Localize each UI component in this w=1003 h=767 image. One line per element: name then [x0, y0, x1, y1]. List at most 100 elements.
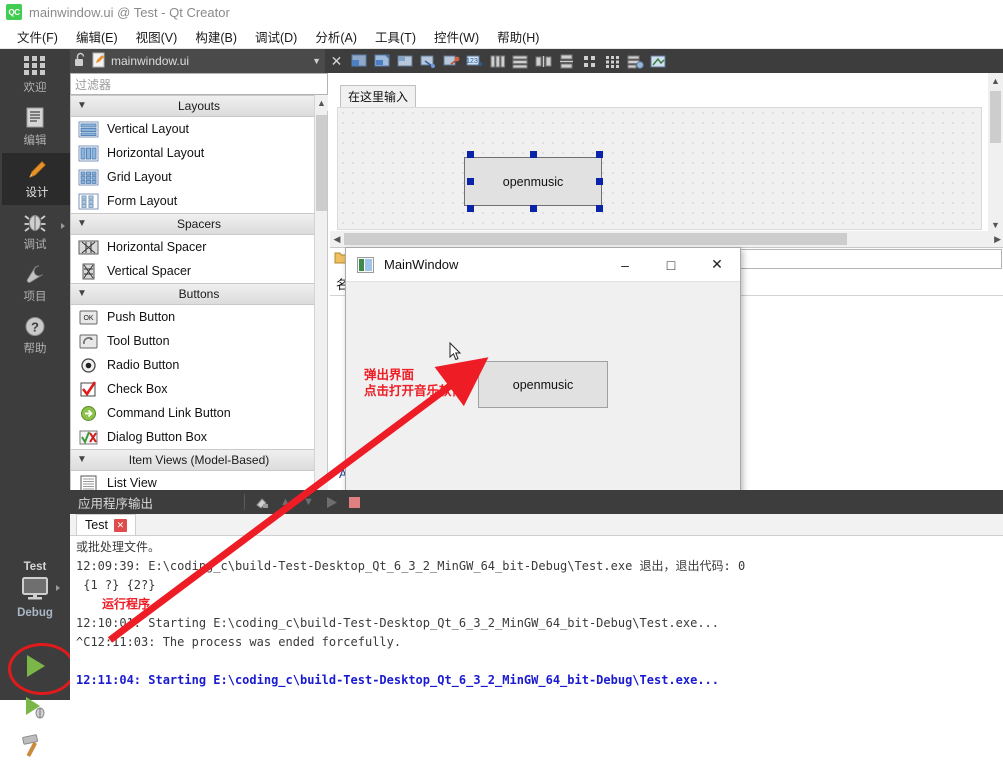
- design-openmusic-button[interactable]: openmusic: [464, 157, 602, 206]
- menubar-type-here-placeholder[interactable]: 在这里输入: [340, 85, 417, 108]
- run-output-icon[interactable]: [321, 492, 342, 512]
- minimize-button[interactable]: –: [602, 248, 648, 281]
- scroll-right-icon[interactable]: ▶: [994, 234, 1001, 245]
- widget-item-form-layout[interactable]: Form Layout: [71, 189, 327, 213]
- widget-item-vertical-layout[interactable]: Vertical Layout: [71, 117, 327, 141]
- scroll-up-icon[interactable]: ▲: [988, 73, 1003, 89]
- widget-item-radio-button[interactable]: Radio Button: [71, 353, 327, 377]
- menu-debug[interactable]: 调试(D): [246, 24, 306, 49]
- run-button[interactable]: [0, 647, 70, 687]
- menu-view[interactable]: 视图(V): [127, 24, 187, 49]
- widget-item-horizontal-layout[interactable]: Horizontal Layout: [71, 141, 327, 165]
- widget-box-filter-input[interactable]: 过滤器: [70, 73, 328, 95]
- menu-build[interactable]: 构建(B): [186, 24, 246, 49]
- close-document-icon[interactable]: ✕: [326, 51, 347, 71]
- layout-form-icon[interactable]: [579, 51, 600, 71]
- split-icon[interactable]: [349, 51, 370, 71]
- svg-text:?: ?: [31, 319, 39, 334]
- widget-item-list-view[interactable]: List View: [71, 471, 327, 490]
- scroll-down-icon[interactable]: ▼: [315, 474, 328, 490]
- widget-group-spacers[interactable]: ▼ Spacers: [71, 213, 327, 235]
- edit-tab-order-icon[interactable]: 123: [464, 51, 485, 71]
- layout-h-splitter-icon[interactable]: [533, 51, 554, 71]
- run-icon: [20, 651, 50, 684]
- document-name: mainwindow.ui: [111, 54, 190, 68]
- chevron-down-icon: ▼: [77, 288, 87, 299]
- layout-grid-icon[interactable]: [602, 51, 623, 71]
- selection-handle-bl[interactable]: [467, 205, 474, 212]
- selection-handle-tm[interactable]: [530, 151, 537, 158]
- sidebar-item-design[interactable]: 设计: [0, 153, 72, 205]
- sidebar-item-projects[interactable]: 项目: [0, 257, 70, 309]
- close-icon[interactable]: ✕: [113, 518, 127, 532]
- widget-group-layouts[interactable]: ▼ Layouts: [71, 95, 327, 117]
- start-debugging-button[interactable]: [0, 689, 70, 729]
- horizontal-spacer-icon: [77, 238, 99, 256]
- menu-widgets[interactable]: 控件(W): [425, 24, 488, 49]
- form-surface[interactable]: [337, 107, 982, 230]
- selection-handle-bm[interactable]: [530, 205, 537, 212]
- layout-vertically-icon[interactable]: [510, 51, 531, 71]
- menu-analyze[interactable]: 分析(A): [306, 24, 366, 49]
- prev-item-icon[interactable]: ▲: [275, 492, 296, 512]
- sidebar-item-debug[interactable]: 调试: [0, 205, 70, 257]
- close-button[interactable]: ✕: [694, 248, 740, 281]
- stop-icon[interactable]: [344, 492, 365, 512]
- adjust-size-icon[interactable]: [648, 51, 669, 71]
- open-document-selector[interactable]: mainwindow.ui ▼: [70, 49, 325, 73]
- selection-handle-br[interactable]: [596, 205, 603, 212]
- break-layout-icon[interactable]: [625, 51, 646, 71]
- popup-title-bar[interactable]: MainWindow – □ ✕: [346, 248, 740, 282]
- sidebar-label-help: 帮助: [23, 342, 47, 355]
- widget-item-grid-layout[interactable]: Grid Layout: [71, 165, 327, 189]
- layout-horizontally-icon[interactable]: [487, 51, 508, 71]
- build-button[interactable]: [0, 727, 70, 767]
- scroll-left-icon[interactable]: ◀: [330, 234, 344, 245]
- selection-handle-ml[interactable]: [467, 178, 474, 185]
- clear-icon[interactable]: [252, 492, 273, 512]
- output-pane-title[interactable]: 应用程序输出: [70, 493, 238, 512]
- selection-handle-tr[interactable]: [596, 151, 603, 158]
- widget-item-vertical-spacer[interactable]: Vertical Spacer: [71, 259, 327, 283]
- widget-item-tool-button[interactable]: Tool Button: [71, 329, 327, 353]
- widget-item-horizontal-spacer[interactable]: Horizontal Spacer: [71, 235, 327, 259]
- sidebar-item-edit[interactable]: 编辑: [0, 101, 70, 153]
- widget-group-buttons[interactable]: ▼ Buttons: [71, 283, 327, 305]
- widget-item-push-button[interactable]: OK Push Button: [71, 305, 327, 329]
- menu-file[interactable]: 文件(F): [8, 24, 67, 49]
- unlock-icon[interactable]: [74, 52, 87, 70]
- widget-group-item-views[interactable]: ▼ Item Views (Model-Based): [71, 449, 327, 471]
- scrollbar-thumb[interactable]: [990, 91, 1001, 143]
- scrollbar-thumb[interactable]: [316, 115, 327, 211]
- widget-item-check-box[interactable]: Check Box: [71, 377, 327, 401]
- edit-signals-slots-icon[interactable]: [418, 51, 439, 71]
- edit-buddies-icon[interactable]: [441, 51, 462, 71]
- menu-tools[interactable]: 工具(T): [366, 24, 425, 49]
- scroll-up-icon[interactable]: ▲: [315, 95, 328, 111]
- sidebar-item-welcome[interactable]: 欢迎: [0, 49, 70, 101]
- layout-v-splitter-icon[interactable]: [556, 51, 577, 71]
- sidebar-item-help[interactable]: ? 帮助: [0, 309, 70, 361]
- canvas-vertical-scrollbar[interactable]: ▲ ▼: [988, 73, 1003, 233]
- selection-handle-mr[interactable]: [596, 178, 603, 185]
- next-item-icon[interactable]: ▼: [298, 492, 319, 512]
- menu-help[interactable]: 帮助(H): [488, 24, 548, 49]
- openmusic-button[interactable]: openmusic: [478, 361, 608, 408]
- canvas-horizontal-scrollbar[interactable]: ◀ ▶: [330, 231, 1003, 247]
- widget-box-scrollbar[interactable]: ▲ ▼: [314, 95, 328, 490]
- scrollbar-thumb[interactable]: [344, 233, 847, 245]
- tab-test[interactable]: Test ✕: [76, 514, 136, 535]
- menu-edit[interactable]: 编辑(E): [67, 24, 127, 49]
- debug-run-icon: [20, 694, 50, 725]
- widget-item-command-link-button[interactable]: Command Link Button: [71, 401, 327, 425]
- kit-selector[interactable]: Test Debug: [0, 557, 70, 639]
- chevron-down-icon[interactable]: ▼: [312, 56, 321, 66]
- form-editor-canvas[interactable]: 在这里输入: [330, 73, 1003, 238]
- widget-item-dialog-button-box[interactable]: Dialog Button Box: [71, 425, 327, 449]
- split-side-by-side-icon[interactable]: [372, 51, 393, 71]
- check-box-icon: [77, 380, 99, 398]
- application-output-log[interactable]: 或批处理文件。 12:09:39: E:\coding_c\build-Test…: [70, 536, 1003, 700]
- selection-handle-tl[interactable]: [467, 151, 474, 158]
- maximize-button[interactable]: □: [648, 248, 694, 281]
- edit-widgets-icon[interactable]: [395, 51, 416, 71]
